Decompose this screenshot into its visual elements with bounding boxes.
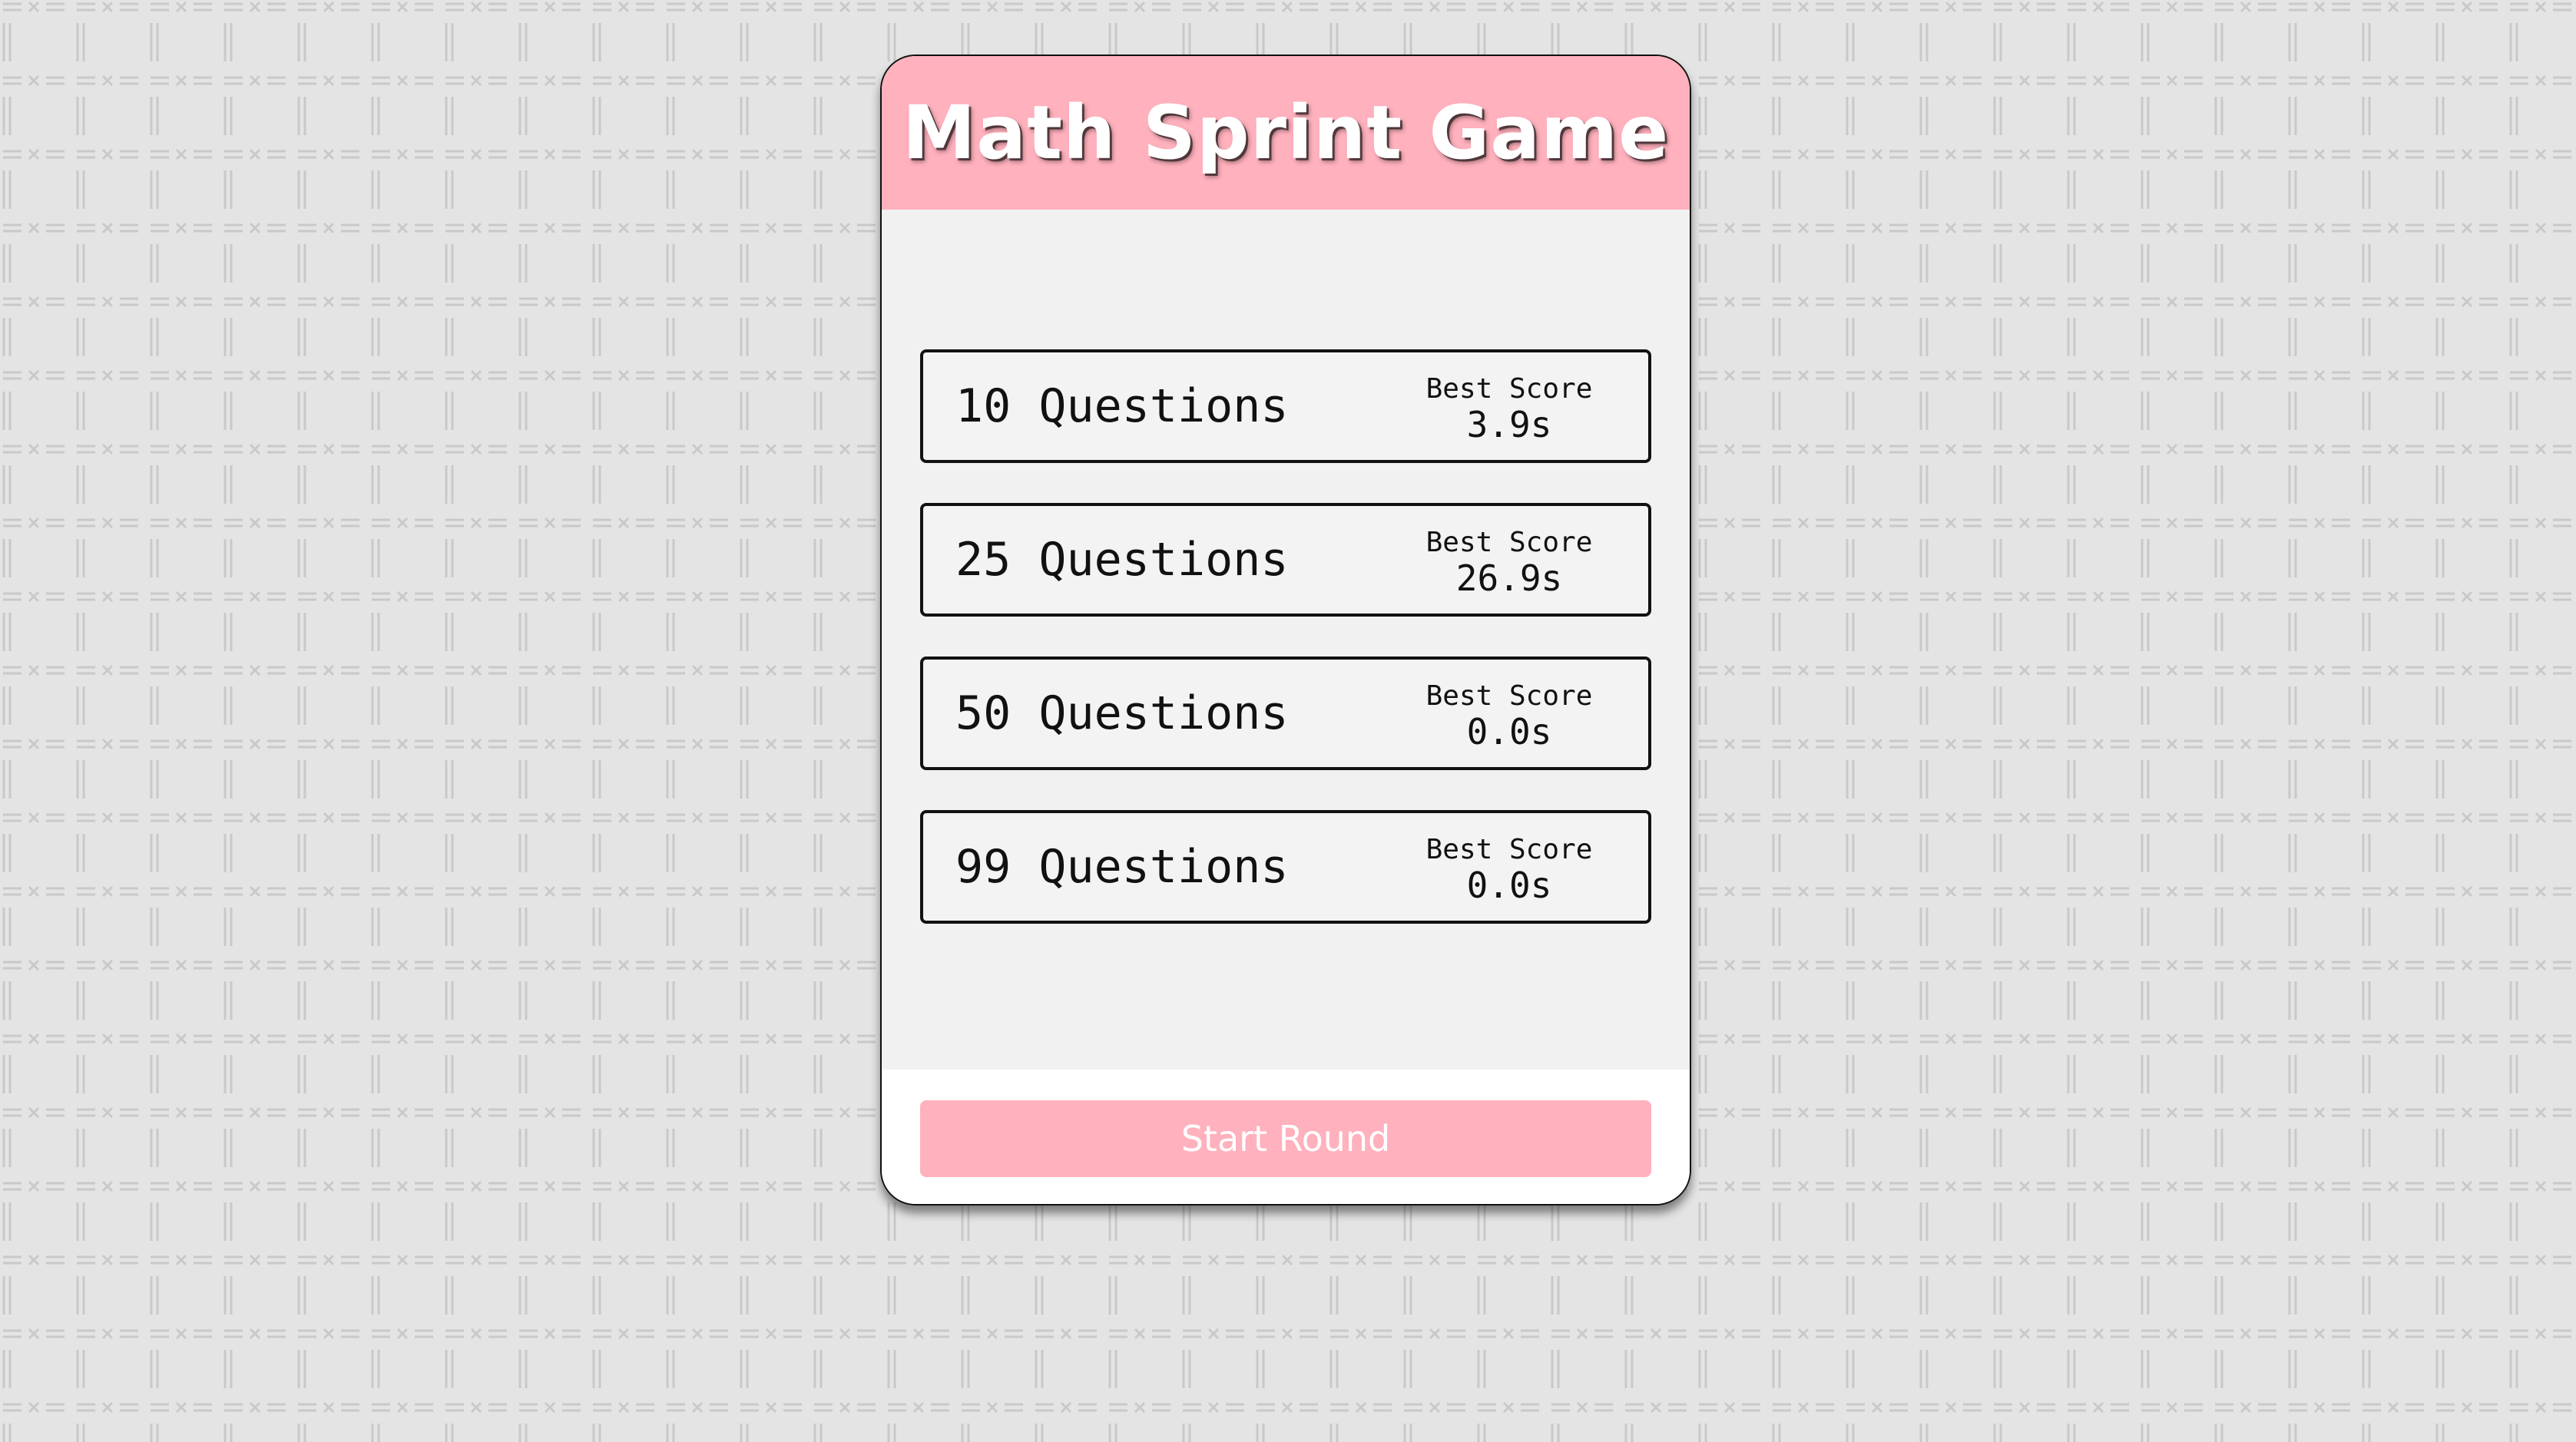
best-score-value: 26.9s bbox=[1455, 557, 1563, 599]
best-score: Best Score 26.9s bbox=[1421, 526, 1598, 597]
page-title: Math Sprint Game bbox=[902, 90, 1670, 176]
option-label: 25 Questions bbox=[955, 533, 1289, 587]
best-score-label: Best Score bbox=[1425, 527, 1593, 558]
option-50-questions[interactable]: 50 Questions Best Score 0.0s bbox=[920, 657, 1651, 770]
option-label: 50 Questions bbox=[955, 686, 1289, 740]
best-score: Best Score 0.0s bbox=[1421, 680, 1598, 750]
best-score-value: 0.0s bbox=[1466, 711, 1552, 752]
game-card: Math Sprint Game 10 Questions Best Score… bbox=[880, 55, 1691, 1206]
card-header: Math Sprint Game bbox=[882, 56, 1690, 210]
question-selection-list: 10 Questions Best Score 3.9s 25 Question… bbox=[920, 349, 1651, 964]
best-score-label: Best Score bbox=[1425, 834, 1593, 865]
option-99-questions[interactable]: 99 Questions Best Score 0.0s bbox=[920, 810, 1651, 924]
best-score: Best Score 3.9s bbox=[1421, 372, 1598, 443]
option-label: 99 Questions bbox=[955, 840, 1289, 894]
start-round-button[interactable]: Start Round bbox=[920, 1100, 1651, 1177]
option-label: 10 Questions bbox=[955, 379, 1289, 433]
best-score-label: Best Score bbox=[1425, 373, 1593, 405]
best-score-value: 0.0s bbox=[1466, 865, 1552, 906]
best-score-value: 3.9s bbox=[1466, 404, 1552, 445]
option-25-questions[interactable]: 25 Questions Best Score 26.9s bbox=[920, 503, 1651, 617]
best-score: Best Score 0.0s bbox=[1421, 833, 1598, 904]
best-score-label: Best Score bbox=[1425, 680, 1593, 712]
option-10-questions[interactable]: 10 Questions Best Score 3.9s bbox=[920, 349, 1651, 463]
card-footer: Start Round bbox=[882, 1070, 1690, 1204]
